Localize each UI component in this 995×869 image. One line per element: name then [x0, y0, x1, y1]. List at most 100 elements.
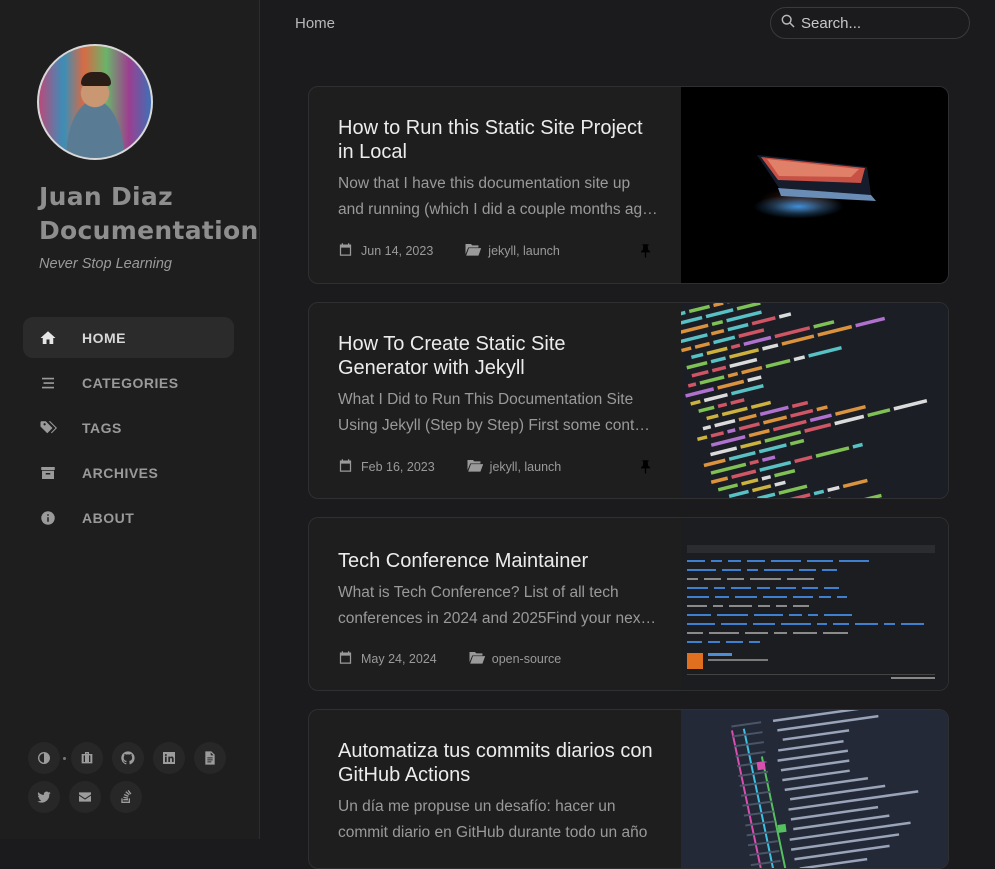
post-date: Feb 16, 2023: [361, 460, 435, 474]
code-line-segment: [681, 346, 692, 353]
link-text-line: [687, 578, 698, 580]
post-title[interactable]: How to Run this Static Site Project in L…: [338, 116, 658, 164]
code-line-segment: [729, 348, 760, 359]
linkedin-icon[interactable]: [153, 742, 185, 774]
code-line-segment: [858, 493, 882, 498]
laptop-image: [757, 155, 876, 201]
post-thumbnail[interactable]: [681, 518, 948, 690]
link-text-line: [708, 641, 720, 643]
link-text-line: [687, 596, 709, 598]
git-graph-image: [730, 710, 919, 868]
post-meta: Jun 14, 2023 jekyll, launch: [338, 242, 560, 260]
code-line-segment: [774, 326, 811, 339]
post-card[interactable]: How To Create Static Site Generator with…: [308, 302, 949, 499]
sidebar-item-about[interactable]: ABOUT: [23, 497, 234, 538]
code-line-segment: [759, 460, 792, 472]
site-subtitle: Never Stop Learning: [39, 256, 172, 272]
commit-hash-line: [750, 859, 781, 867]
code-line-segment: [765, 358, 791, 369]
code-line-segment: [696, 435, 708, 442]
briefcase-icon[interactable]: [71, 742, 103, 774]
link-text-line: [715, 596, 729, 598]
link-text-line: [687, 632, 703, 634]
post-card[interactable]: Tech Conference Maintainer What is Tech …: [308, 517, 949, 691]
code-line-segment: [706, 413, 719, 421]
code-line-segment: [710, 462, 747, 475]
code-line-segment: [699, 375, 725, 385]
sidebar-item-categories[interactable]: CATEGORIES: [23, 362, 234, 403]
github-icon[interactable]: [112, 742, 144, 774]
code-line-segment: [791, 400, 809, 409]
code-line-segment: [778, 312, 792, 319]
code-line-segment: [730, 384, 764, 396]
site-title[interactable]: Juan Diaz Documentation: [39, 180, 258, 248]
code-line-segment: [703, 458, 726, 468]
code-line-segment: [757, 492, 776, 498]
link-text-line: [727, 578, 744, 580]
document-icon[interactable]: [194, 742, 226, 774]
code-line-segment: [738, 328, 765, 338]
code-line-segment: [686, 360, 708, 370]
commit-hash-line: [732, 731, 763, 738]
code-line-segment: [794, 455, 813, 464]
link-text-line: [726, 641, 743, 643]
code-line-segment: [762, 415, 788, 425]
code-line-segment: [729, 357, 758, 369]
link-text-line: [824, 614, 852, 616]
post-thumbnail[interactable]: [672, 303, 948, 498]
code-line-segment: [717, 483, 739, 492]
search-box[interactable]: [770, 7, 970, 39]
code-line-segment: [793, 355, 806, 362]
post-title[interactable]: How To Create Static Site Generator with…: [338, 332, 658, 380]
post-card[interactable]: Automatiza tus commits diarios con GitHu…: [308, 709, 949, 869]
code-line-segment: [749, 459, 759, 466]
sidebar-item-archives[interactable]: ARCHIVES: [23, 452, 234, 493]
link-text-line: [819, 596, 831, 598]
commit-text-line: [780, 759, 850, 772]
code-line-segment: [834, 414, 865, 426]
post-thumbnail[interactable]: [681, 710, 948, 868]
sidebar-item-home[interactable]: HOME: [23, 317, 234, 358]
link-text-line: [901, 623, 924, 625]
link-text-line: [747, 569, 758, 571]
code-line-segment: [813, 320, 835, 329]
theme-toggle-icon[interactable]: [28, 742, 60, 774]
code-line-segment: [728, 450, 756, 461]
breadcrumb[interactable]: Home: [295, 15, 335, 32]
sidebar-item-tags[interactable]: TAGS: [23, 407, 234, 448]
code-line-segment: [713, 335, 736, 345]
commit-text-line: [777, 749, 849, 762]
code-line-segment: [711, 365, 727, 373]
twitter-icon[interactable]: [28, 781, 60, 813]
commit-hash-line: [747, 840, 778, 847]
link-text-line: [802, 587, 818, 589]
calendar-icon: [338, 458, 353, 476]
link-text-line: [855, 623, 878, 625]
code-line-segment: [717, 402, 728, 409]
code-line-segment: [750, 400, 772, 410]
code-line-segment: [893, 398, 928, 411]
search-input[interactable]: [801, 14, 951, 32]
commit-text-line: [799, 857, 868, 868]
email-icon[interactable]: [69, 781, 101, 813]
code-line-segment: [687, 382, 697, 388]
info-circle-icon: [23, 509, 73, 527]
code-line-segment: [706, 346, 728, 356]
avatar[interactable]: [37, 44, 153, 160]
post-card[interactable]: How to Run this Static Site Project in L…: [308, 86, 949, 284]
stack-overflow-icon[interactable]: [110, 781, 142, 813]
post-categories: open-source: [491, 652, 562, 666]
post-title[interactable]: Automatiza tus commits diarios con GitHu…: [338, 739, 658, 787]
code-line-segment: [747, 375, 762, 383]
sidebar-item-label: HOME: [82, 329, 126, 346]
code-line-segment: [817, 324, 853, 337]
commit-hash-line: [731, 721, 762, 728]
code-line-segment: [728, 489, 749, 498]
sidebar-item-label: TAGS: [82, 419, 122, 436]
link-text-line: [771, 560, 801, 562]
code-line-segment: [815, 446, 850, 458]
post-thumbnail[interactable]: [681, 87, 948, 283]
code-line-segment: [690, 399, 701, 406]
post-title[interactable]: Tech Conference Maintainer: [338, 549, 658, 573]
link-text-line: [758, 605, 770, 607]
